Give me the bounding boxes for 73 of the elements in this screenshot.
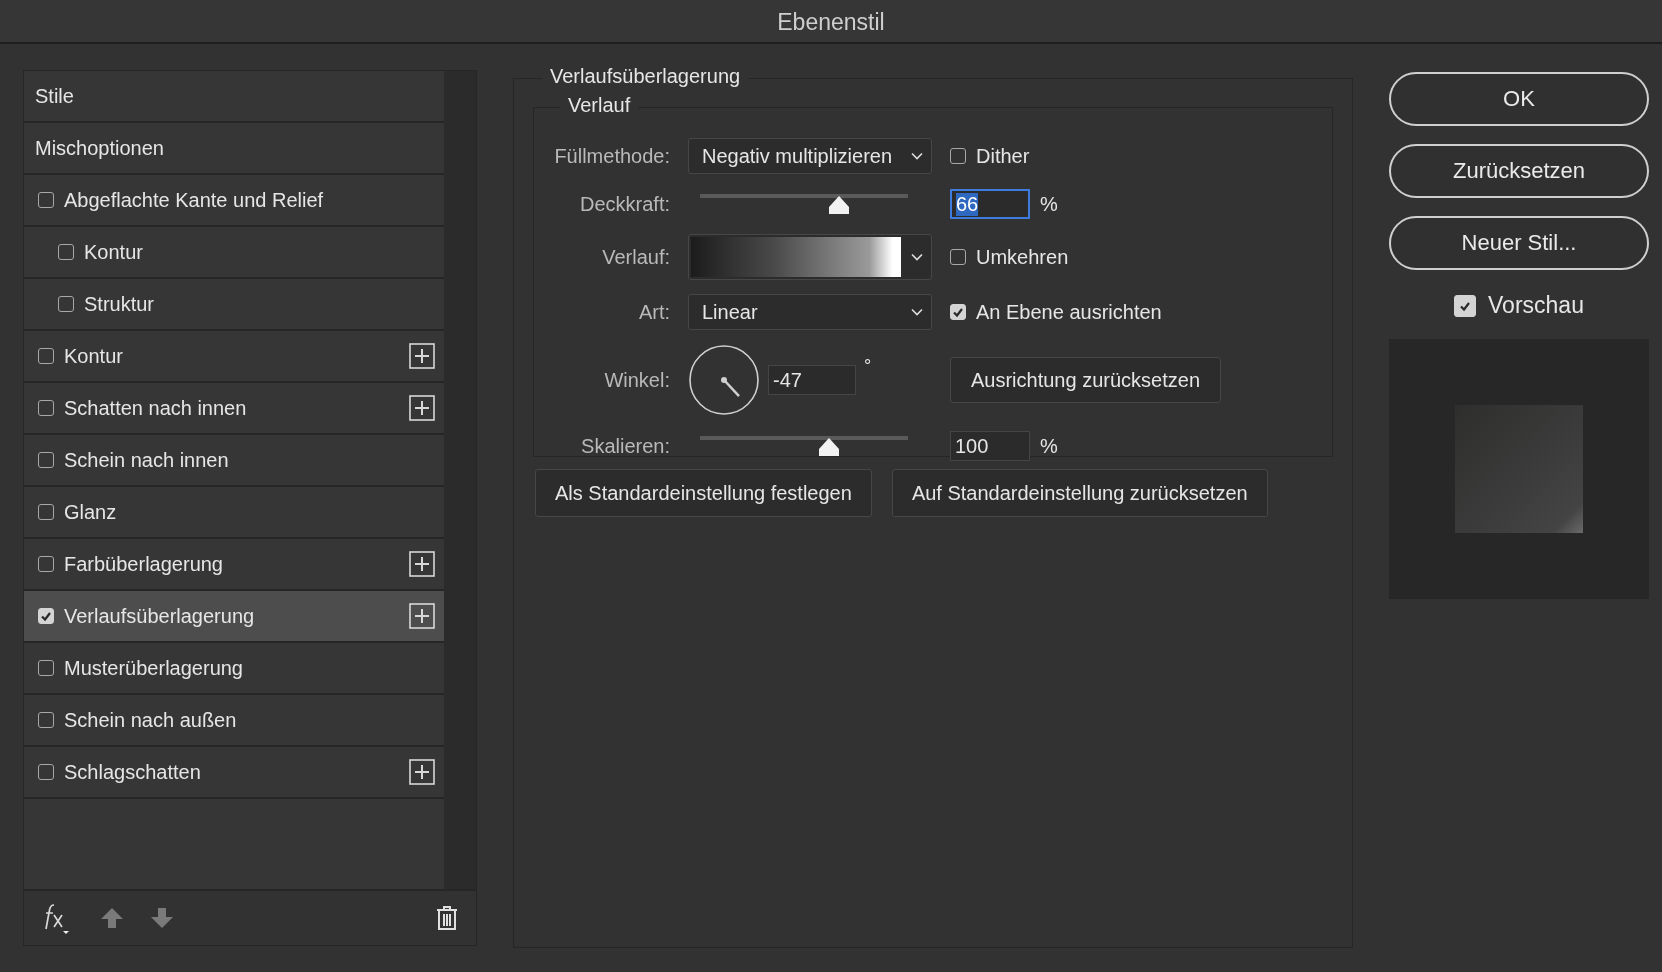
opacity-field[interactable]: 66 xyxy=(950,189,1030,219)
field-label: Winkel: xyxy=(603,368,670,392)
checkbox-label: An Ebene ausrichten xyxy=(976,300,1162,324)
chevron-down-icon xyxy=(911,152,923,160)
add-icon[interactable] xyxy=(409,551,435,577)
arrow-up-icon[interactable] xyxy=(100,906,124,930)
checkbox[interactable] xyxy=(38,452,54,468)
field-label: Deckkraft: xyxy=(578,192,670,216)
checkbox[interactable] xyxy=(38,660,54,676)
checkbox[interactable] xyxy=(38,504,54,520)
style-label: Kontur xyxy=(84,240,144,264)
checkbox-label: Umkehren xyxy=(976,245,1069,269)
checkmark-icon xyxy=(952,306,964,318)
style-label: Schatten nach innen xyxy=(64,396,248,420)
style-label: Glanz xyxy=(64,500,118,524)
window-title: Ebenenstil xyxy=(0,0,1662,44)
dialog-button[interactable]: Zurücksetzen xyxy=(1389,144,1649,198)
checkbox[interactable] xyxy=(38,348,54,364)
field-label: Füllmethode: xyxy=(553,144,670,168)
checkbox-label: Dither xyxy=(976,144,1030,168)
unit-label: % xyxy=(1040,192,1058,216)
style-label: Abgeflachte Kante und Relief xyxy=(64,188,325,212)
style-label: Schein nach innen xyxy=(64,448,230,472)
add-icon[interactable] xyxy=(409,603,435,629)
style-label: Kontur xyxy=(64,344,124,368)
dither-checkbox[interactable] xyxy=(950,148,966,164)
add-icon[interactable] xyxy=(409,395,435,421)
checkbox[interactable] xyxy=(38,712,54,728)
gradient-swatch[interactable] xyxy=(691,237,901,277)
align-checkbox[interactable] xyxy=(950,304,966,320)
preview-checkbox[interactable] xyxy=(1454,294,1477,317)
trash-icon[interactable] xyxy=(436,905,458,931)
style-label: Schlagschatten xyxy=(64,760,202,784)
gradient-picker[interactable] xyxy=(688,234,932,280)
checkbox[interactable] xyxy=(38,400,54,416)
checkbox[interactable] xyxy=(38,608,54,624)
style-dropdown[interactable]: Linear xyxy=(688,294,932,330)
dialog-button[interactable]: Neuer Stil... xyxy=(1389,216,1649,270)
style-label: Verlaufsüberlagerung xyxy=(64,604,256,628)
unit-label: ° xyxy=(864,356,872,377)
style-label: Schein nach außen xyxy=(64,708,238,732)
style-label: Struktur xyxy=(84,292,156,316)
add-icon[interactable] xyxy=(409,343,435,369)
style-list-item[interactable]: Verlaufsüberlagerung xyxy=(24,591,444,643)
reset-alignment-button[interactable]: Ausrichtung zurücksetzen xyxy=(950,357,1221,403)
slider-thumb[interactable] xyxy=(828,195,851,215)
style-label: Farbüberlagerung xyxy=(64,552,224,576)
dialog-button[interactable]: OK xyxy=(1389,72,1649,126)
arrow-down-icon[interactable] xyxy=(150,906,174,930)
checkbox[interactable] xyxy=(58,296,74,312)
angle-dial[interactable] xyxy=(688,344,760,416)
checkbox[interactable] xyxy=(38,764,54,780)
style-label: Musterüberlagerung xyxy=(64,656,244,680)
unit-label: % xyxy=(1040,434,1058,458)
checkbox[interactable] xyxy=(38,556,54,572)
add-icon[interactable] xyxy=(409,759,435,785)
checkmark-icon xyxy=(40,610,52,622)
checkbox[interactable] xyxy=(38,192,54,208)
default-button[interactable]: Als Standardeinstellung festlegen xyxy=(535,469,872,517)
default-button[interactable]: Auf Standardeinstellung zurücksetzen xyxy=(891,469,1268,517)
chevron-down-icon xyxy=(911,253,923,261)
reverse-checkbox[interactable] xyxy=(950,249,966,265)
checkbox-label: Vorschau xyxy=(1488,292,1584,319)
field-label: Verlauf: xyxy=(601,245,670,269)
angle-field[interactable]: -47 xyxy=(768,365,856,395)
section-title: Verlaufsüberlagerung xyxy=(542,65,749,88)
field-label: Art: xyxy=(637,300,670,324)
chevron-down-icon xyxy=(911,308,923,316)
slider-thumb[interactable] xyxy=(817,437,840,457)
scale-field[interactable]: 100 xyxy=(950,431,1030,461)
blend-mode-dropdown[interactable]: Negativ multiplizieren xyxy=(688,138,932,174)
checkbox[interactable] xyxy=(58,244,74,260)
field-label: Skalieren: xyxy=(580,434,670,458)
